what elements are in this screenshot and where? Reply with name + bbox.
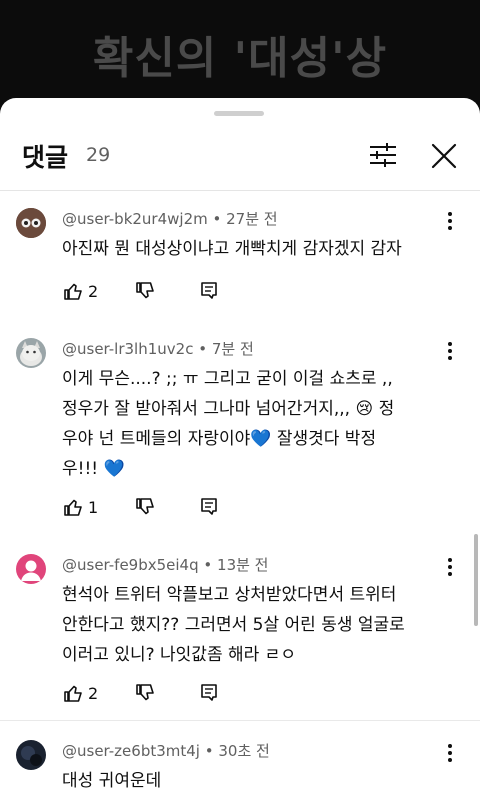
comment-time: 7분 전 (211, 340, 254, 358)
comment-divider (0, 720, 480, 721)
comment-author[interactable]: @user-fe9bx5ei4q (62, 556, 199, 574)
reply-button[interactable] (198, 280, 220, 304)
comment-line: 우야 넌 트메들의 자랑이야💙 잘생겻다 박정 (62, 424, 446, 454)
default-avatar-icon (16, 554, 46, 584)
comment-line-text: 잘생겻다 박정 (276, 429, 377, 449)
comment-line-text: 우야 넌 트메들의 자랑이야 (62, 429, 251, 449)
dislike-button[interactable] (134, 280, 156, 304)
avatar[interactable] (16, 740, 46, 770)
like-count: 2 (88, 282, 99, 301)
comment-line-text: 정 (378, 399, 395, 419)
comment-text: 대성 귀여운데 (62, 771, 162, 791)
comment-time: 27분 전 (226, 210, 278, 228)
dislike-button[interactable] (134, 496, 156, 520)
comment-actions: 2 (62, 280, 242, 304)
reply-button[interactable] (198, 682, 220, 706)
comment-text: 현석아 트위터 악플보고 상처받았다면서 트위터 안한다고 했지?? 그러면서 … (62, 585, 411, 665)
reply-icon (201, 684, 217, 701)
like-button[interactable] (62, 496, 84, 520)
comment-author[interactable]: @user-ze6bt3mt4j (62, 742, 200, 760)
comment-actions: 2 (62, 682, 242, 706)
more-vert-icon (448, 744, 452, 762)
comment-meta: @user-bk2ur4wj2m • 27분 전 (62, 210, 278, 228)
comment-time: 13분 전 (217, 556, 269, 574)
like-button[interactable] (62, 682, 84, 706)
thumbs-down-icon (136, 282, 154, 299)
comment-line: 이게 무슨....? ;; ㅠ 그리고 굳이 이걸 쇼츠로 ,, (62, 369, 393, 389)
comment-time: 30초 전 (218, 742, 270, 760)
sliders-icon (370, 143, 396, 167)
more-button[interactable] (444, 556, 456, 578)
avatar[interactable] (16, 338, 46, 368)
more-vert-icon (448, 558, 452, 576)
reply-icon (201, 282, 217, 299)
thumbs-up-icon (64, 283, 82, 300)
comment-actions: 1 (62, 496, 242, 520)
comment-line: 우!!! 💙 (62, 454, 446, 484)
avatar[interactable] (16, 554, 46, 584)
comments-sheet: 댓글 29 @user-bk2ur4wj2m • 27분 전 아진짜 뭔 대성상… (0, 98, 480, 791)
reply-icon (201, 498, 217, 515)
video-title-overlay: 확신의 '대성'상 (92, 33, 388, 84)
like-count: 2 (88, 684, 99, 703)
avatar[interactable] (16, 208, 46, 238)
video-background: 확신의 '대성'상 (0, 0, 480, 110)
comments-count: 29 (86, 144, 111, 166)
scrollbar[interactable] (474, 534, 478, 626)
comment-meta: @user-fe9bx5ei4q • 13분 전 (62, 556, 269, 574)
crying-emoji: 😢 (355, 399, 374, 419)
drag-handle[interactable] (214, 111, 264, 116)
more-button[interactable] (444, 340, 456, 362)
more-button[interactable] (444, 742, 456, 764)
thumbs-up-icon (64, 499, 82, 516)
thumbs-up-icon (64, 685, 82, 702)
comment-text: 아진짜 뭔 대성상이냐고 개빡치게 감자겠지 감자 (62, 239, 402, 259)
thumbs-down-icon (136, 684, 154, 701)
like-count: 1 (88, 498, 99, 517)
thumbs-down-icon (136, 498, 154, 515)
more-vert-icon (448, 212, 452, 230)
comment-text: 이게 무슨....? ;; ㅠ 그리고 굳이 이걸 쇼츠로 ,, 정우가 잘 받아… (62, 364, 446, 484)
comments-header: 댓글 29 (0, 128, 480, 184)
blue-heart-emoji: 💙 (250, 429, 272, 449)
more-vert-icon (448, 342, 452, 360)
avatar-image (16, 208, 46, 238)
comments-title: 댓글 (22, 143, 69, 172)
close-button[interactable] (428, 140, 460, 172)
comment-line-text: 정우가 잘 받아줘서 그나마 넘어간거지,,, (62, 399, 351, 419)
close-icon (431, 143, 457, 169)
avatar-image (16, 740, 46, 770)
blue-heart-emoji: 💙 (103, 459, 125, 479)
reply-button[interactable] (198, 496, 220, 520)
comment-meta: @user-ze6bt3mt4j • 30초 전 (62, 742, 270, 760)
comment-meta: @user-lr3lh1uv2c • 7분 전 (62, 340, 254, 358)
more-button[interactable] (444, 210, 456, 232)
like-button[interactable] (62, 280, 84, 304)
comment-line: 정우가 잘 받아줘서 그나마 넘어간거지,,, 😢 정 (62, 394, 446, 424)
header-divider (0, 190, 480, 191)
avatar-image (16, 338, 46, 368)
dislike-button[interactable] (134, 682, 156, 706)
sort-filter-button[interactable] (366, 140, 400, 170)
comment-author[interactable]: @user-lr3lh1uv2c (62, 340, 193, 358)
comment-author[interactable]: @user-bk2ur4wj2m (62, 210, 208, 228)
comment-line-text: 우!!! (62, 459, 99, 479)
